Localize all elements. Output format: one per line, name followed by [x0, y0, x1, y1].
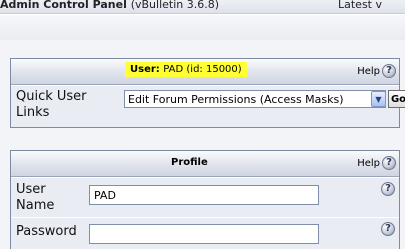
admin-topbar: Admin Control Panel (vBulletin 3.6.8) La…	[0, 0, 405, 14]
username-row: User Name ?	[11, 177, 399, 217]
go-button[interactable]: Go	[388, 90, 405, 108]
quick-links-select[interactable]: Edit Forum Permissions (Access Masks)	[124, 90, 386, 108]
control-panel-title: Admin Control Panel (vBulletin 3.6.8)	[0, 0, 220, 11]
password-label: Password	[16, 224, 77, 239]
question-mark-icon[interactable]: ?	[381, 222, 395, 236]
user-header-title: User: PAD (id: 15000)	[125, 62, 247, 77]
profile-title: Profile	[171, 157, 208, 168]
profile-table: Profile Help ? User Name ? Password ?	[10, 150, 400, 249]
help-link[interactable]: Help ?	[357, 64, 396, 78]
user-table-header: User: PAD (id: 15000) Help ?	[11, 59, 399, 85]
help-label: Help	[357, 65, 380, 77]
profile-help-link[interactable]: Help ?	[357, 156, 396, 170]
background-band	[0, 15, 405, 40]
user-quick-links-table: User: PAD (id: 15000) Help ? Quick User …	[10, 58, 405, 128]
latest-version-label: Latest v	[338, 0, 382, 11]
quick-links-label: Quick User Links	[16, 89, 87, 120]
password-input[interactable]	[89, 224, 319, 244]
quick-links-row: Quick User Links Edit Forum Permissions …	[11, 85, 405, 127]
user-highlight: User: PAD (id: 15000)	[125, 62, 247, 77]
question-mark-icon[interactable]: ?	[381, 182, 395, 196]
chevron-down-icon[interactable]: ▼	[371, 91, 386, 107]
password-row: Password ?	[11, 217, 399, 249]
username-label: User Name	[16, 182, 55, 213]
profile-help-label: Help	[357, 157, 380, 169]
profile-table-header: Profile Help ?	[11, 151, 399, 177]
question-mark-icon[interactable]: ?	[382, 156, 396, 170]
version-label: (vBulletin 3.6.8)	[130, 0, 220, 11]
user-id-label: PAD (id: 15000)	[163, 64, 242, 75]
question-mark-icon[interactable]: ?	[382, 64, 396, 78]
username-input[interactable]	[89, 185, 319, 205]
